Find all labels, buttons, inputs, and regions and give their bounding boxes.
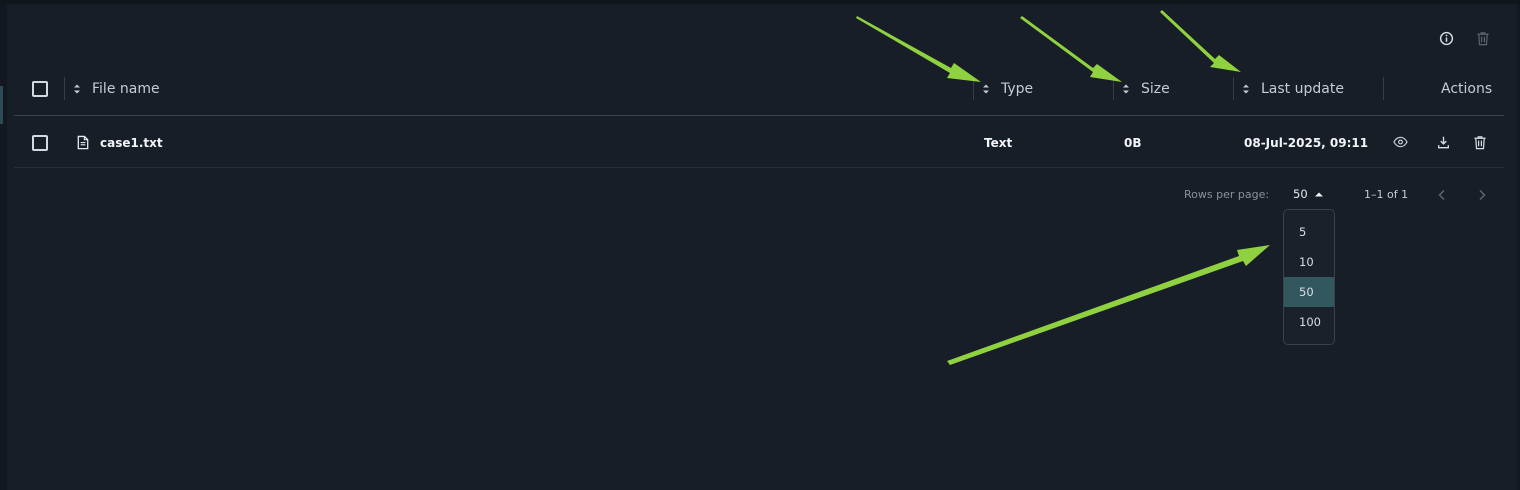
annotation-arrows <box>856 10 1270 365</box>
annotation-arrow-dropdown <box>947 245 1270 365</box>
annotation-arrow-last-update <box>1160 10 1241 72</box>
annotation-arrow-type <box>856 16 981 82</box>
file-table-panel: File name Type Size Last update Actions … <box>0 0 1520 490</box>
annotation-arrow-size <box>1020 16 1122 82</box>
